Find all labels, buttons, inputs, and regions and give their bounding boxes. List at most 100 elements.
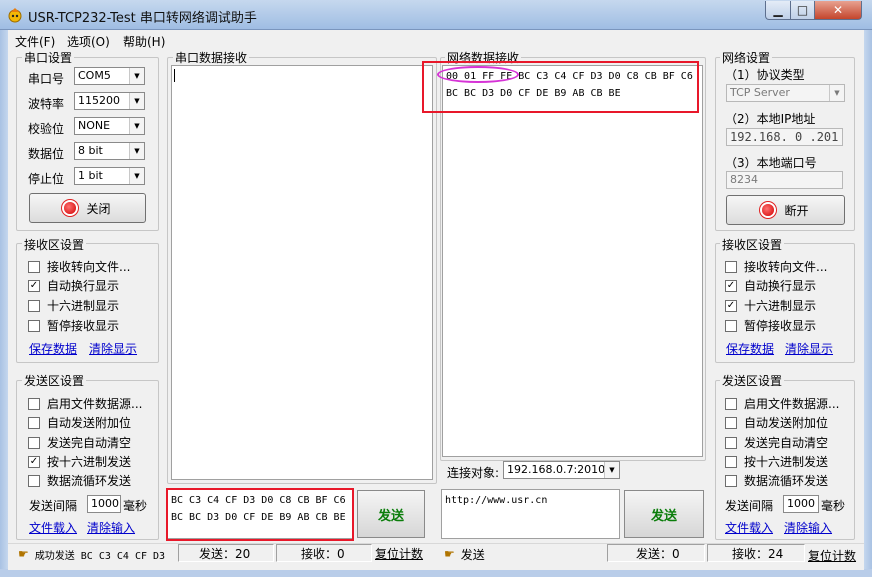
- serial-receive-area[interactable]: [171, 65, 433, 480]
- left-send-option-2[interactable]: 发送完自动清空: [28, 434, 131, 451]
- checkbox: [28, 416, 40, 429]
- port-select[interactable]: COM5 ▼: [74, 67, 145, 85]
- menu-help[interactable]: 帮助(H): [123, 33, 165, 50]
- right-recv-option-1[interactable]: ✓ 自动换行显示: [725, 277, 816, 294]
- network-receive-area[interactable]: 00 01 FF FE BC C3 C4 CF D3 D0 C8 CB BF C…: [442, 65, 703, 457]
- right-send-settings-title: 发送区设置: [720, 372, 785, 389]
- checkbox-checked: ✓: [28, 455, 40, 468]
- left-interval-unit: 毫秒: [123, 499, 148, 513]
- menu-file[interactable]: 文件(F): [15, 33, 55, 50]
- left-save-data-link[interactable]: 保存数据: [29, 340, 77, 357]
- checkbox: [28, 260, 40, 273]
- right-recv-option-2[interactable]: ✓ 十六进制显示: [725, 297, 816, 314]
- baud-label: 波特率: [28, 97, 65, 111]
- checkbox-checked: ✓: [28, 279, 40, 292]
- right-reset-counter-button[interactable]: 复位计数: [808, 546, 856, 564]
- checkbox: [725, 319, 737, 332]
- window-title: USR-TCP232-Test 串口转网络调试助手: [28, 11, 257, 26]
- text-cursor: [174, 69, 175, 82]
- left-send-option-4[interactable]: 数据流循环发送: [28, 472, 131, 489]
- parity-select[interactable]: NONE ▼: [74, 117, 145, 135]
- checkbox: [28, 397, 40, 410]
- right-receive-settings-title: 接收区设置: [720, 236, 785, 253]
- network-send-input[interactable]: http://www.usr.cn: [441, 489, 620, 539]
- left-recv-option-1[interactable]: ✓ 自动换行显示: [28, 277, 119, 294]
- local-port-input[interactable]: 8234: [726, 171, 843, 189]
- close-button[interactable]: ✕: [814, 1, 862, 20]
- checkbox: [725, 416, 737, 429]
- left-send-option-0[interactable]: 启用文件数据源...: [28, 395, 142, 412]
- checkbox: [725, 455, 737, 468]
- minimize-button[interactable]: ▁: [765, 1, 791, 20]
- left-recv-option-0[interactable]: 接收转向文件...: [28, 258, 130, 275]
- left-receive-settings-title: 接收区设置: [22, 236, 87, 253]
- left-reset-counter-button[interactable]: 复位计数: [375, 544, 423, 562]
- right-interval-label: 发送间隔: [725, 499, 774, 513]
- window-frame-right: [864, 30, 872, 577]
- chevron-down-icon: ▼: [604, 462, 619, 478]
- serial-send-button[interactable]: 发送: [357, 490, 425, 538]
- local-ip-label: （2）本地IP地址: [725, 112, 816, 126]
- maximize-button[interactable]: □: [790, 1, 815, 20]
- left-send-option-3[interactable]: ✓ 按十六进制发送: [28, 453, 131, 470]
- serial-close-button[interactable]: 关闭: [29, 193, 146, 223]
- left-send-option-1[interactable]: 自动发送附加位: [28, 414, 131, 431]
- status-right-received: 接收：24: [707, 544, 805, 562]
- left-clear-display-link[interactable]: 清除显示: [89, 340, 137, 357]
- right-recv-option-3[interactable]: 暂停接收显示: [725, 317, 816, 334]
- left-file-load-link[interactable]: 文件载入: [29, 519, 77, 536]
- chevron-down-icon: ▼: [129, 68, 144, 84]
- local-ip-input[interactable]: 192.168. 0 .201: [726, 128, 843, 146]
- network-settings-title: 网络设置: [720, 49, 773, 66]
- close-icon: ✕: [832, 3, 844, 17]
- right-send-option-3[interactable]: 按十六进制发送: [725, 453, 828, 470]
- chevron-down-icon: ▼: [129, 168, 144, 184]
- right-recv-option-0[interactable]: 接收转向文件...: [725, 258, 827, 275]
- right-file-load-link[interactable]: 文件载入: [725, 519, 773, 536]
- chevron-down-icon: ▼: [129, 93, 144, 109]
- left-interval-input[interactable]: 1000: [87, 495, 121, 513]
- right-clear-input-link[interactable]: 清除输入: [784, 519, 832, 536]
- checkbox-checked: ✓: [725, 299, 737, 312]
- app-logo-icon: [8, 8, 22, 23]
- right-send-option-2[interactable]: 发送完自动清空: [725, 434, 828, 451]
- right-clear-display-link[interactable]: 清除显示: [785, 340, 833, 357]
- status-right-message: ☛ 发送: [444, 547, 485, 562]
- connection-target-label: 连接对象:: [447, 466, 500, 480]
- menu-options[interactable]: 选项(O): [67, 33, 110, 50]
- right-save-data-link[interactable]: 保存数据: [726, 340, 774, 357]
- minimize-icon: ▁: [773, 3, 783, 17]
- parity-label: 校验位: [28, 122, 65, 136]
- stopbits-label: 停止位: [28, 172, 65, 186]
- baud-select[interactable]: 115200 ▼: [74, 92, 145, 110]
- disconnect-button[interactable]: 断开: [726, 195, 845, 225]
- checkbox: [28, 474, 40, 487]
- hand-point-icon: ☛: [18, 547, 29, 561]
- checkbox: [28, 436, 40, 449]
- left-recv-option-3[interactable]: 暂停接收显示: [28, 317, 119, 334]
- right-interval-input[interactable]: 1000: [783, 495, 819, 513]
- right-send-option-0[interactable]: 启用文件数据源...: [725, 395, 839, 412]
- chevron-down-icon: ▼: [129, 118, 144, 134]
- protocol-select[interactable]: TCP Server ▼: [726, 84, 845, 102]
- left-recv-option-2[interactable]: 十六进制显示: [28, 297, 119, 314]
- network-send-button[interactable]: 发送: [624, 490, 704, 538]
- right-send-option-4[interactable]: 数据流循环发送: [725, 472, 828, 489]
- window-frame-bottom: [0, 569, 872, 577]
- checkbox: [28, 299, 40, 312]
- databits-select[interactable]: 8 bit ▼: [74, 142, 145, 160]
- databits-label: 数据位: [28, 147, 65, 161]
- right-send-option-1[interactable]: 自动发送附加位: [725, 414, 828, 431]
- stopbits-select[interactable]: 1 bit ▼: [74, 167, 145, 185]
- checkbox-checked: ✓: [725, 279, 737, 292]
- connection-target-select[interactable]: 192.168.0.7:20108 ▼: [503, 461, 620, 479]
- local-port-label: （3）本地端口号: [725, 156, 817, 170]
- chevron-down-icon: ▼: [829, 85, 844, 101]
- left-clear-input-link[interactable]: 清除输入: [87, 519, 135, 536]
- protocol-label: （1）协议类型: [725, 68, 805, 82]
- serial-receive-title: 串口数据接收: [173, 49, 250, 66]
- serial-settings-title: 串口设置: [22, 49, 75, 66]
- window-frame-left: [0, 30, 8, 577]
- port-label: 串口号: [28, 72, 65, 86]
- status-right-sent: 发送：0: [607, 544, 705, 562]
